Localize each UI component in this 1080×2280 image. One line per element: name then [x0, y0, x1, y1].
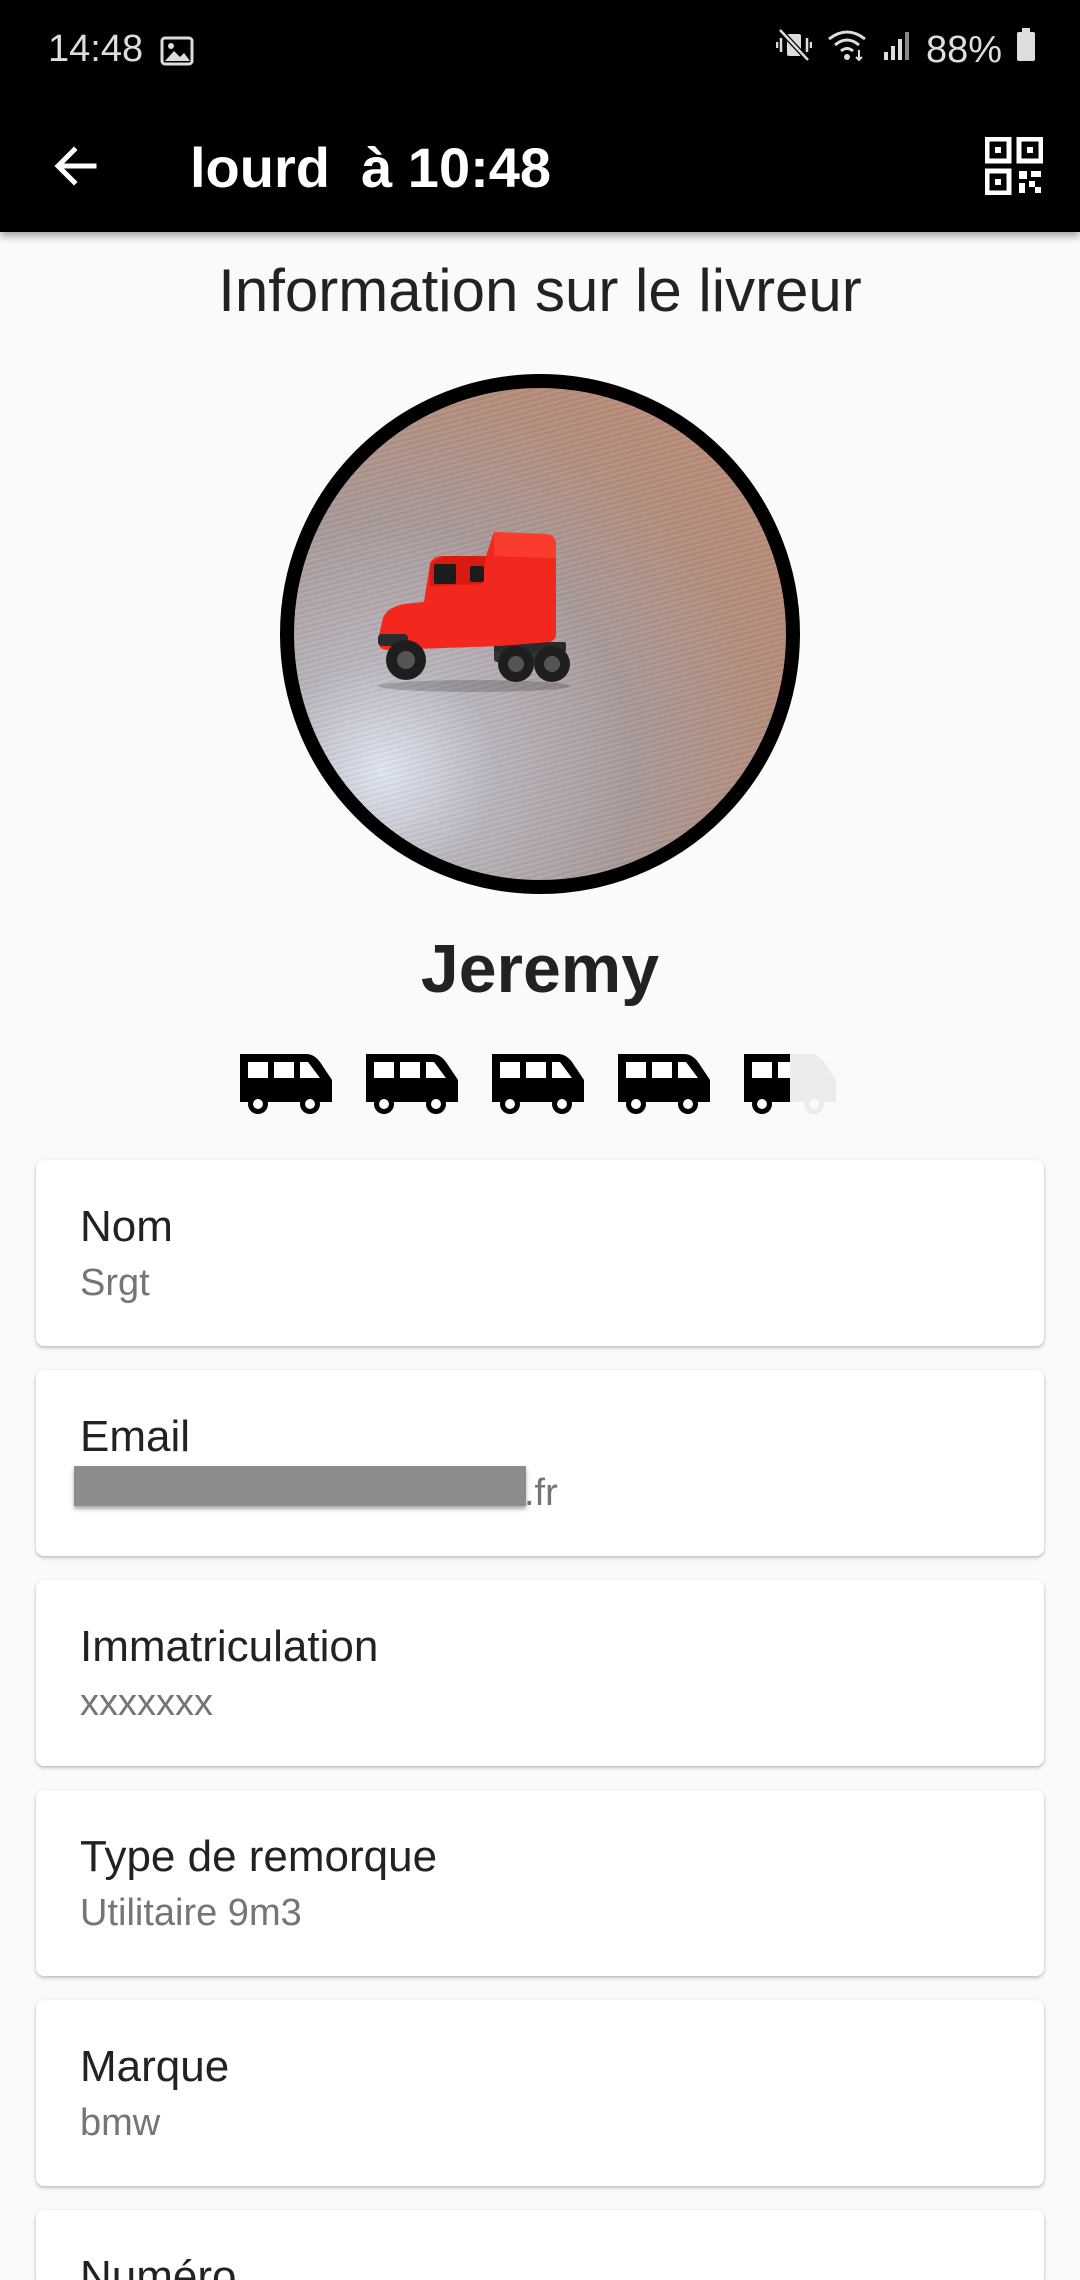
section-title: Information sur le livreur: [218, 257, 862, 324]
arrow-left-icon: [52, 142, 100, 195]
status-time: 14:48: [48, 28, 144, 70]
field-value: Utilitaire 9m3: [80, 1892, 302, 1934]
field-card-marque: Marque bmw: [36, 2000, 1044, 2186]
van-icon: [240, 1054, 332, 1114]
driver-rating: [236, 1046, 846, 1116]
battery-icon: [1016, 28, 1036, 72]
field-label: Numéro: [80, 2252, 237, 2280]
van-icon: [618, 1054, 710, 1114]
app-bar: lourd à 10:48: [0, 104, 1080, 232]
van-icon: [492, 1054, 584, 1114]
field-value: .fr: [524, 1472, 558, 1514]
field-value: Srgt: [80, 1262, 150, 1304]
van-icon: [366, 1054, 458, 1114]
field-label: Type de remorque: [80, 1832, 438, 1881]
back-button[interactable]: [40, 132, 112, 204]
redaction-bar: [74, 1466, 526, 1506]
driver-avatar: [280, 374, 800, 894]
truck-photo: [378, 532, 570, 692]
field-value: bmw: [80, 2102, 161, 2144]
wifi-icon: [826, 28, 868, 72]
field-card-nom: Nom Srgt: [36, 1160, 1044, 1346]
signal-icon: [882, 29, 912, 72]
image-icon: [160, 36, 194, 71]
mute-vibrate-icon: [775, 28, 813, 72]
field-card-numero: Numéro: [36, 2210, 1044, 2280]
field-label: Email: [80, 1412, 191, 1461]
driver-name: Jeremy: [420, 931, 660, 1007]
field-card-immatriculation: Immatriculation xxxxxxx: [36, 1580, 1044, 1766]
qr-code-button[interactable]: [978, 132, 1050, 204]
field-label: Marque: [80, 2042, 230, 2091]
status-icons: 88%: [775, 28, 1036, 72]
battery-level: 88%: [925, 28, 1002, 71]
field-value: xxxxxxx: [80, 1682, 213, 1724]
field-label: Nom: [80, 1202, 173, 1251]
app-bar-title: lourd à 10:48: [190, 136, 552, 199]
field-card-email: Email .fr: [36, 1370, 1044, 1556]
status-bar: 14:48 88%: [0, 0, 1080, 104]
van-half-icon: [744, 1054, 836, 1114]
qr-code-icon: [984, 136, 1044, 200]
field-card-type-remorque: Type de remorque Utilitaire 9m3: [36, 1790, 1044, 1976]
field-label: Immatriculation: [80, 1622, 379, 1671]
